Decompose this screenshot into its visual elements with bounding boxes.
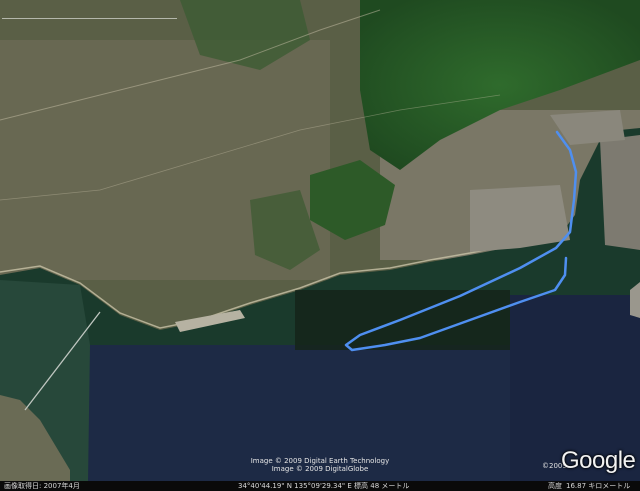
satellite-imagery[interactable] <box>0 0 640 491</box>
altitude-value: 16.87 キロメートル <box>566 482 631 490</box>
pointer-coordinates: 34°40'44.19" N 135°09'29.34" E 標高 48 メート… <box>238 482 410 490</box>
altitude-label: 高度 <box>548 482 562 490</box>
scale-line <box>2 18 177 19</box>
scale-bar <box>2 12 182 24</box>
google-logo: Google <box>561 447 636 474</box>
rokko-island <box>600 135 640 250</box>
imagery-date: 画像取得日: 2007年4月 <box>4 482 80 490</box>
status-bar: 画像取得日: 2007年4月 34°40'44.19" N 135°09'29.… <box>0 481 640 491</box>
port-island <box>470 185 570 252</box>
satellite-map[interactable]: Image © 2009 Digital Earth Technology Im… <box>0 0 640 491</box>
